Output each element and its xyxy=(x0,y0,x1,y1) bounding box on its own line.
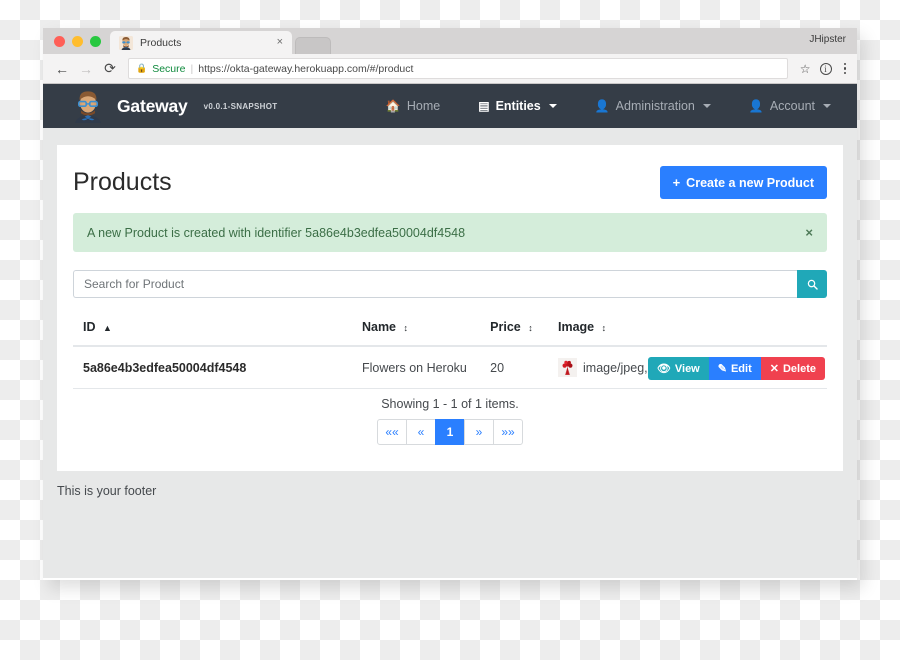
divider: | xyxy=(190,62,194,75)
column-header-name[interactable]: Name ↕ xyxy=(351,320,481,347)
pagination-next[interactable]: » xyxy=(464,419,494,445)
back-icon[interactable]: ← xyxy=(51,58,73,80)
nav-item-label: Home xyxy=(406,99,441,113)
navbar-version: v0.0.1-SNAPSHOT xyxy=(203,101,278,111)
list-icon: ▤ xyxy=(478,99,490,113)
nav-item-label: Administration xyxy=(615,99,695,113)
app-navbar: Gateway v0.0.1-SNAPSHOT 🏠 Home ▤ Entitie… xyxy=(43,84,857,128)
eye-icon: 👁 xyxy=(656,363,671,375)
browser-tab[interactable]: Products × xyxy=(110,31,292,54)
column-label: Name xyxy=(361,320,397,334)
background-tab[interactable] xyxy=(295,37,331,54)
plus-icon: + xyxy=(672,175,681,190)
page-title: Products xyxy=(73,168,172,196)
info-icon[interactable]: i xyxy=(819,62,832,75)
column-header-id[interactable]: ID ▲ xyxy=(73,320,352,347)
pagination-page-1[interactable]: 1 xyxy=(435,419,465,445)
bookmark-star-icon[interactable]: ☆ xyxy=(800,62,811,76)
navbar-brand[interactable]: Gateway v0.0.1-SNAPSHOT xyxy=(71,89,277,123)
sort-none-icon: ↕ xyxy=(403,323,409,333)
row-action-buttons: 👁 View ✎ Edit ✕ Delete xyxy=(647,357,825,380)
success-alert: A new Product is created with identifier… xyxy=(73,213,827,252)
table-head: ID ▲ Name ↕ Price ↕ Image ↕ xyxy=(73,320,827,347)
sort-asc-icon: ▲ xyxy=(102,323,112,333)
sort-none-icon: ↕ xyxy=(528,323,533,333)
column-header-image[interactable]: Image ↕ xyxy=(548,320,827,347)
nav-item-home[interactable]: 🏠 Home xyxy=(386,99,440,113)
nav-item-label: Entities xyxy=(495,99,541,113)
home-icon: 🏠 xyxy=(385,99,401,113)
page-viewport: Gateway v0.0.1-SNAPSHOT 🏠 Home ▤ Entitie… xyxy=(43,84,857,578)
row-actions-wrapper: 👁 View ✎ Edit ✕ Delete xyxy=(73,357,827,380)
reload-icon[interactable]: ⟳ xyxy=(99,58,121,80)
window-controls xyxy=(43,36,110,54)
nav-item-label: Account xyxy=(769,99,815,113)
column-label: Image xyxy=(558,320,595,334)
search-icon xyxy=(807,279,818,290)
page-header: Products + Create a new Product xyxy=(73,145,827,213)
user-icon: 👤 xyxy=(748,99,764,113)
url-text: https://okta-gateway.herokuapp.com/#/pro… xyxy=(198,62,414,75)
maximize-window-button[interactable] xyxy=(90,36,101,47)
jhipster-logo-icon xyxy=(71,89,105,123)
minimize-window-button[interactable] xyxy=(72,36,83,47)
browser-tab-strip: Products × JHipster xyxy=(43,28,857,54)
forward-icon[interactable]: → xyxy=(75,58,97,80)
omnibox-actions: ☆ i xyxy=(790,62,849,76)
search-input[interactable] xyxy=(73,270,797,298)
column-label: ID xyxy=(83,320,96,334)
alert-message: A new Product is created with identifier… xyxy=(87,225,466,240)
pencil-icon: ✎ xyxy=(717,363,727,375)
view-button[interactable]: 👁 View xyxy=(647,357,709,380)
navbar-menu: 🏠 Home ▤ Entities 👤 Administration 👤 Acc… xyxy=(386,99,831,113)
delete-label: Delete xyxy=(782,362,816,375)
chevron-down-icon xyxy=(823,104,831,108)
nav-item-account[interactable]: 👤 Account xyxy=(749,99,831,113)
close-icon: ✕ xyxy=(769,363,779,375)
page-footer: This is your footer xyxy=(57,484,157,498)
pagination-prev[interactable]: « xyxy=(406,419,436,445)
pagination-last[interactable]: »» xyxy=(493,419,523,445)
sort-none-icon: ↕ xyxy=(601,323,607,333)
secure-label: Secure xyxy=(152,62,186,75)
chevron-down-icon xyxy=(548,104,557,108)
address-bar[interactable]: 🔒 Secure | https://okta-gateway.herokuap… xyxy=(128,58,788,79)
chevron-down-icon xyxy=(702,104,711,108)
table-header-row: ID ▲ Name ↕ Price ↕ Image ↕ xyxy=(73,320,827,347)
user-plus-icon: 👤 xyxy=(594,99,610,113)
column-header-price[interactable]: Price ↕ xyxy=(480,320,548,347)
lock-icon: 🔒 xyxy=(136,63,148,73)
results-summary: Showing 1 - 1 of 1 items. xyxy=(381,397,519,411)
pagination: «« « 1 » »» xyxy=(73,419,827,467)
products-card: Products + Create a new Product A new Pr… xyxy=(57,145,843,471)
close-window-button[interactable] xyxy=(54,36,65,47)
close-icon[interactable]: × xyxy=(275,37,285,48)
delete-button[interactable]: ✕ Delete xyxy=(760,357,825,380)
pagination-first[interactable]: «« xyxy=(377,419,407,445)
browser-toolbar: ← → ⟳ 🔒 Secure | https://okta-gateway.he… xyxy=(43,54,857,84)
create-product-label: Create a new Product xyxy=(686,175,814,190)
browser-tab-title: Products xyxy=(140,36,182,49)
close-icon[interactable]: × xyxy=(805,225,813,240)
kebab-menu-icon[interactable] xyxy=(841,62,850,75)
navbar-brand-name: Gateway xyxy=(117,95,188,116)
view-label: View xyxy=(674,362,700,375)
nav-item-administration[interactable]: 👤 Administration xyxy=(595,99,711,113)
browser-window: Products × JHipster ← → ⟳ 🔒 Secure | htt… xyxy=(43,28,857,580)
column-label: Price xyxy=(490,320,521,334)
search-button[interactable] xyxy=(797,270,827,298)
search-bar xyxy=(73,270,827,298)
jhipster-avatar-icon xyxy=(119,35,133,50)
edit-button[interactable]: ✎ Edit xyxy=(708,357,761,380)
nav-item-entities[interactable]: ▤ Entities xyxy=(478,99,557,113)
create-product-button[interactable]: + Create a new Product xyxy=(659,166,827,199)
edit-label: Edit xyxy=(730,362,752,375)
browser-profile-label[interactable]: JHipster xyxy=(809,34,846,45)
